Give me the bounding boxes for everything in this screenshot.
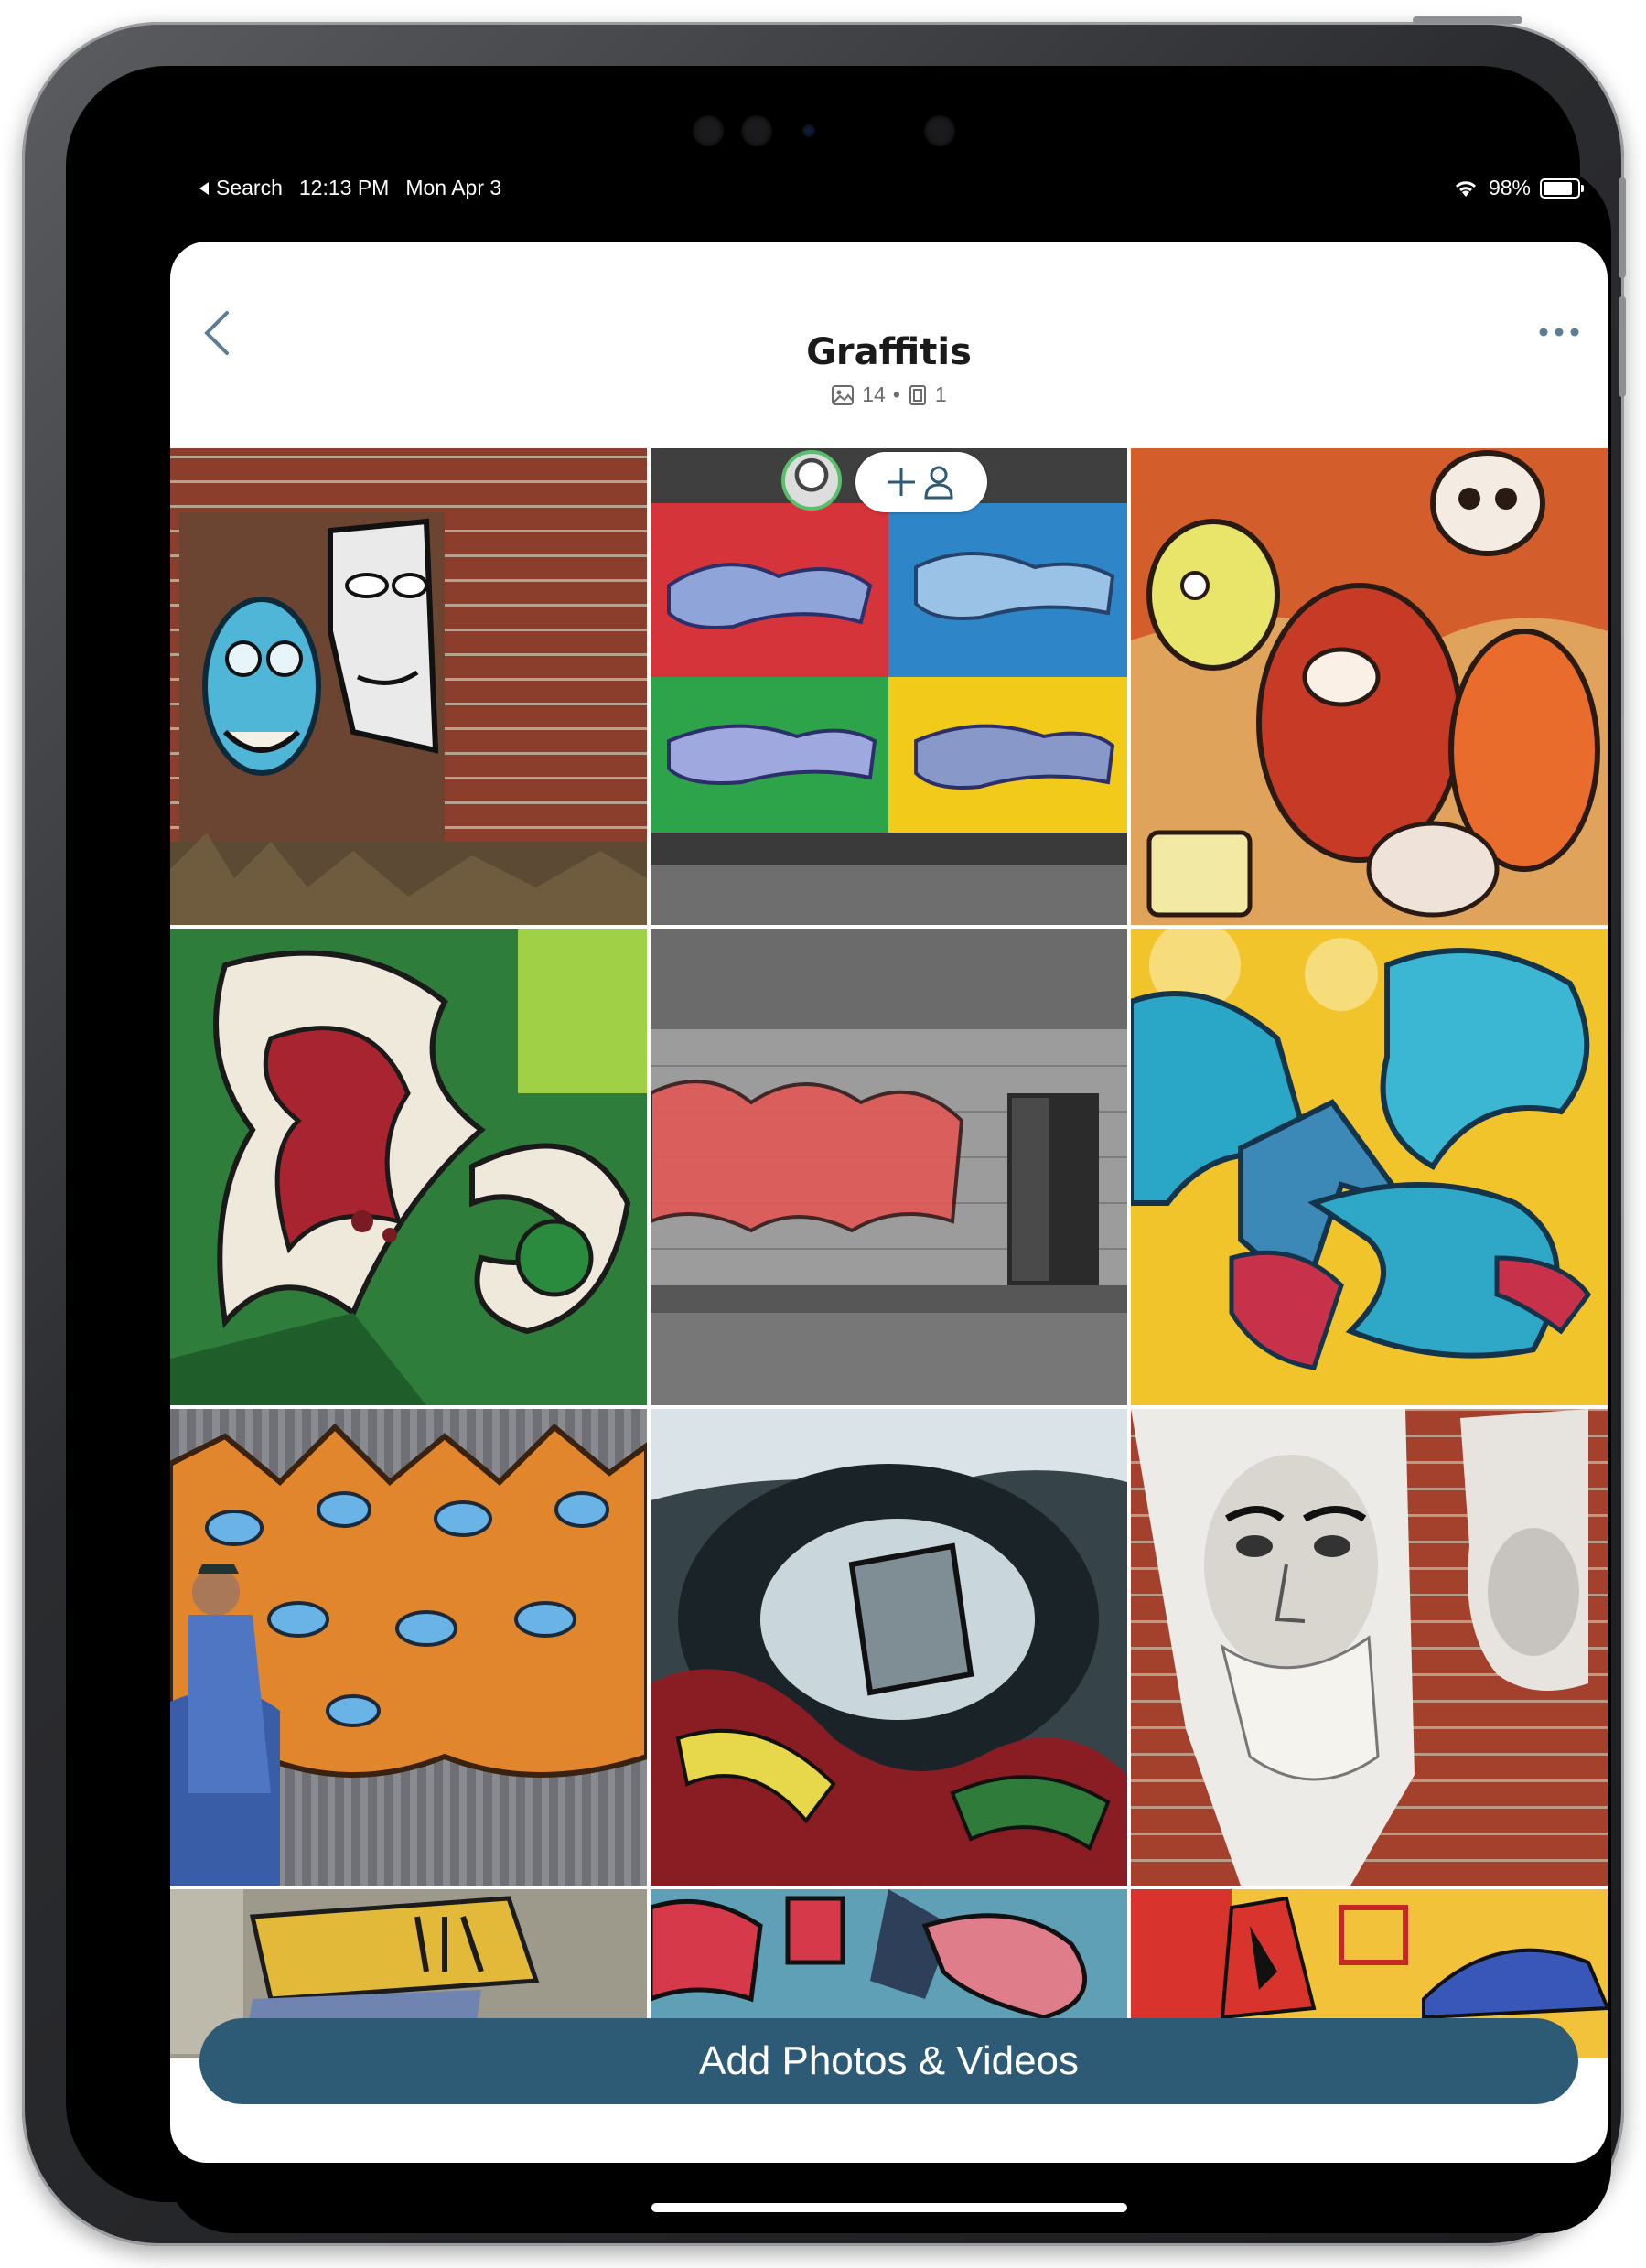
photo-icon <box>832 384 855 405</box>
photo-1-tile[interactable] <box>170 448 647 925</box>
photo-4-art <box>170 929 647 1405</box>
screen: Search 12:13 PM Mon Apr 3 98% Graffitis … <box>167 167 1611 2233</box>
photo-4-tile[interactable] <box>170 929 647 1405</box>
add-person-icon <box>888 466 953 500</box>
photo-7-art <box>170 1423 647 1886</box>
photo-5-art <box>651 929 1127 1405</box>
add-person-button[interactable] <box>855 452 987 512</box>
photo-count: 14 <box>862 382 886 406</box>
album-counts: 14 • 1 <box>170 382 1608 407</box>
album-title: Graffitis <box>806 331 972 373</box>
collaborator-avatar[interactable] <box>781 450 842 511</box>
photo-9-art <box>1131 1409 1588 1886</box>
home-indicator[interactable] <box>651 2203 1127 2212</box>
photo-2-tile[interactable] <box>651 448 1127 925</box>
ipad-device: Search 12:13 PM Mon Apr 3 98% Graffitis … <box>22 16 1626 2246</box>
status-bar: Search 12:13 PM Mon Apr 3 98% <box>167 167 1611 221</box>
bezel: Search 12:13 PM Mon Apr 3 98% Graffitis … <box>66 66 1611 2233</box>
album-sheet: Graffitis 14 • 1 Add Photos & Videos <box>170 242 1608 2163</box>
photo-grid <box>170 448 1608 2058</box>
photo-2-art <box>651 448 1127 925</box>
battery-icon <box>1540 177 1584 199</box>
photo-8-art <box>651 1409 1127 1886</box>
wifi-icon <box>1455 180 1477 197</box>
photo-1-art <box>170 512 647 925</box>
photo-3-tile[interactable] <box>1131 448 1608 925</box>
album-icon <box>909 384 926 405</box>
photo-6-art <box>1131 929 1608 1405</box>
status-time: 12:13 PM <box>298 176 390 199</box>
camera-sensor <box>693 115 724 146</box>
photo-7-tile[interactable] <box>170 1409 647 1886</box>
status-date: Mon Apr 3 <box>405 176 502 199</box>
volume-up-button <box>1619 177 1626 278</box>
battery-percent: 98% <box>1488 176 1531 199</box>
camera-lens <box>741 115 772 146</box>
photo-6-tile[interactable] <box>1131 929 1608 1405</box>
photo-8-tile[interactable] <box>651 1409 1127 1886</box>
count-separator: • <box>892 382 900 406</box>
volume-down-button <box>1619 296 1626 397</box>
photo-3-art <box>1131 448 1608 925</box>
back-triangle-icon <box>199 181 209 195</box>
camera-sensor-right <box>924 115 955 146</box>
camera-dot <box>802 124 815 137</box>
add-photos-videos-button[interactable]: Add Photos & Videos <box>199 2018 1578 2104</box>
photo-9-tile[interactable] <box>1131 1409 1608 1886</box>
back-to-app-link[interactable]: Search <box>198 176 283 200</box>
back-app-label: Search <box>216 176 283 199</box>
top-button <box>1413 16 1522 24</box>
photo-5-tile[interactable] <box>651 929 1127 1405</box>
album-count: 1 <box>934 382 947 406</box>
